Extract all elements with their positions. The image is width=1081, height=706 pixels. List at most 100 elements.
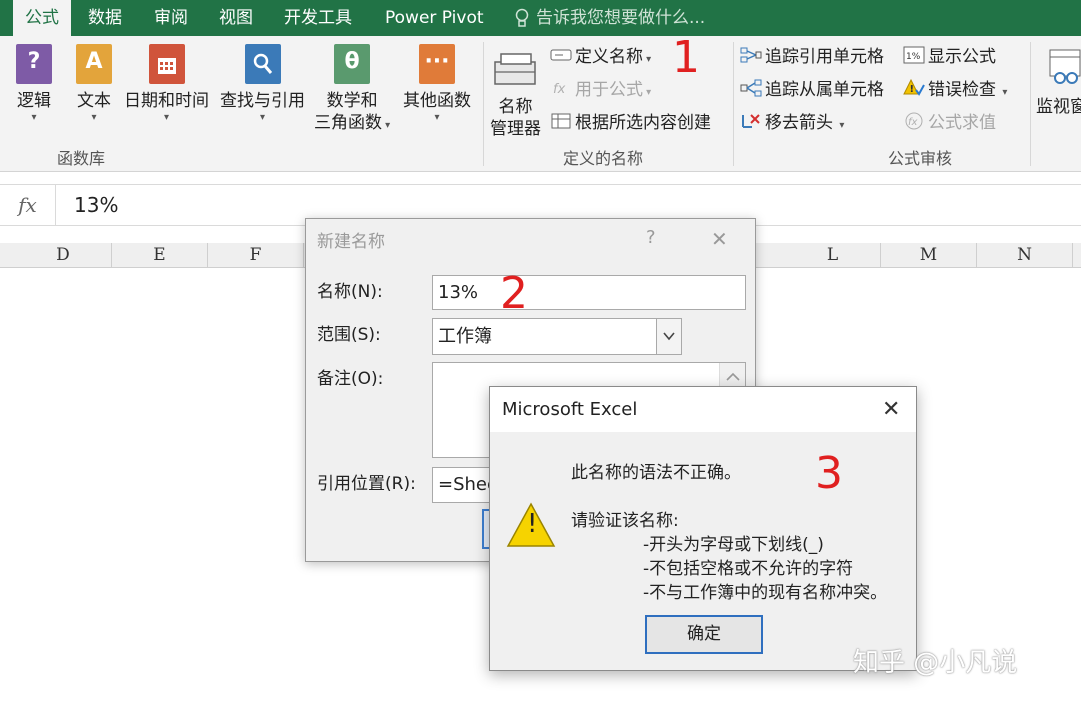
trace-precedents-icon xyxy=(740,47,762,63)
insert-function-button[interactable]: fx xyxy=(0,185,56,225)
grid-icon xyxy=(551,113,571,129)
logical-icon: ? xyxy=(16,44,52,84)
logical-label: 逻辑 xyxy=(17,91,51,111)
error-rule-3: -不与工作簿中的现有名称冲突。 xyxy=(643,583,888,603)
tell-me-search[interactable]: 告诉我您想要做什么... xyxy=(514,0,705,36)
lookup-reference-button[interactable]: 查找与引用 ▾ xyxy=(220,44,305,124)
annotation-number: 1 xyxy=(672,32,700,83)
error-check-heading: 请验证该名称: xyxy=(571,511,679,531)
close-icon[interactable]: ✕ xyxy=(882,397,900,422)
date-time-label: 日期和时间 xyxy=(124,91,209,111)
column-header-e[interactable]: E xyxy=(112,243,208,268)
chevron-down-icon: ▾ xyxy=(31,112,37,123)
formula-bar-input[interactable]: 13% xyxy=(74,185,118,225)
trace-dependents-icon xyxy=(740,79,762,97)
more-functions-label: 其他函数 xyxy=(403,91,471,111)
scope-label: 范围(S): xyxy=(317,325,381,345)
svg-text:1%: 1% xyxy=(906,52,921,62)
tab-developer[interactable]: 开发工具 xyxy=(284,0,352,36)
watch-window-button[interactable]: 监视窗 xyxy=(1036,48,1081,118)
error-rule-2: -不包括空格或不允许的字符 xyxy=(643,559,854,579)
math-trig-label: 数学和 三角函数 ▾ xyxy=(314,91,391,133)
watch-window-icon xyxy=(1049,49,1081,84)
chevron-down-icon: ▾ xyxy=(163,112,170,123)
theta-icon: θ xyxy=(334,44,371,84)
show-formulas-icon: 1% xyxy=(903,46,925,64)
chevron-down-icon[interactable] xyxy=(656,319,681,354)
formula-auditing-group-label: 公式审核 xyxy=(888,149,953,168)
tag-icon xyxy=(550,49,572,61)
error-message-box: Microsoft Excel ✕ 此名称的语法不正确。 ! 请验证该名称: -… xyxy=(489,386,917,671)
evaluate-formula-icon: fx xyxy=(905,112,923,130)
tab-review[interactable]: 审阅 xyxy=(154,0,188,36)
close-icon[interactable]: ✕ xyxy=(711,227,728,251)
warning-icon: ! xyxy=(903,79,925,96)
defined-names-group-label: 定义的名称 xyxy=(563,149,644,168)
column-header-f[interactable]: F xyxy=(208,243,304,268)
watch-window-label: 监视窗 xyxy=(1036,97,1081,117)
magnifier-icon xyxy=(244,44,281,84)
refers-to-label: 引用位置(R): xyxy=(317,474,416,494)
chevron-down-icon: ▾ xyxy=(434,112,440,123)
function-library-group-label: 函数库 xyxy=(57,149,106,168)
create-from-selection-button[interactable]: 根据所选内容创建 xyxy=(550,110,711,136)
annotation-number: 3 xyxy=(815,448,843,499)
error-rule-1: -开头为字母或下划线(_) xyxy=(643,535,824,555)
column-header-m[interactable]: M xyxy=(881,243,977,268)
error-checking-button[interactable]: ! 错误检查 ▾ xyxy=(903,77,1007,103)
name-manager-icon xyxy=(493,53,536,85)
show-formulas-button[interactable]: 1% 显示公式 xyxy=(903,44,996,70)
name-label: 名称(N): xyxy=(317,282,383,302)
define-name-button[interactable]: 定义名称 ▾ xyxy=(550,44,651,70)
lookup-reference-label: 查找与引用 xyxy=(220,91,305,111)
lightbulb-icon xyxy=(515,8,529,27)
group-divider xyxy=(1030,42,1031,166)
ribbon-tab-bar: 公式 数据 审阅 视图 开发工具 Power Pivot 告诉我您想要做什么..… xyxy=(0,0,1081,36)
calendar-icon xyxy=(148,44,185,84)
warning-glyph: ! xyxy=(527,509,538,539)
annotation-number: 2 xyxy=(500,268,528,319)
column-header-d[interactable]: D xyxy=(15,243,112,268)
help-icon[interactable]: ? xyxy=(646,227,656,248)
column-header-n[interactable]: N xyxy=(977,243,1073,268)
tab-formulas[interactable]: 公式 xyxy=(13,0,71,36)
ok-button[interactable]: 确定 xyxy=(645,615,763,654)
trace-dependents-button[interactable]: 追踪从属单元格 xyxy=(740,77,884,103)
scope-value: 工作簿 xyxy=(438,326,492,347)
tab-data[interactable]: 数据 xyxy=(88,0,122,36)
error-main-message: 此名称的语法不正确。 xyxy=(571,463,741,483)
more-functions-icon: ··· xyxy=(419,44,455,84)
use-in-formula-button[interactable]: fx 用于公式 ▾ xyxy=(550,77,651,103)
text-button[interactable]: A 文本 ▾ xyxy=(76,44,112,124)
text-label: 文本 xyxy=(77,91,111,111)
svg-text:fx: fx xyxy=(553,82,566,97)
column-header-l[interactable]: L xyxy=(785,243,881,268)
remove-arrows-icon xyxy=(742,114,760,128)
date-time-button[interactable]: 日期和时间 ▾ xyxy=(124,44,209,124)
group-divider xyxy=(483,42,484,166)
error-box-body: 此名称的语法不正确。 ! 请验证该名称: -开头为字母或下划线(_) -不包括空… xyxy=(490,432,916,670)
remove-arrows-button[interactable]: 移去箭头 ▾ xyxy=(740,110,844,136)
name-manager-button[interactable]: 名称 管理器 xyxy=(490,50,541,140)
tab-view[interactable]: 视图 xyxy=(219,0,253,36)
trace-precedents-button[interactable]: 追踪引用单元格 xyxy=(740,44,884,70)
svg-text:!: ! xyxy=(910,84,915,95)
more-functions-button[interactable]: ··· 其他函数 ▾ xyxy=(403,44,471,124)
scope-select[interactable]: 工作簿 xyxy=(432,318,682,355)
tab-power-pivot[interactable]: Power Pivot xyxy=(385,0,484,36)
text-icon: A xyxy=(76,44,112,84)
name-input[interactable]: 13% xyxy=(432,275,746,310)
name-manager-label: 名称 管理器 xyxy=(490,97,541,139)
logical-button[interactable]: ? 逻辑 ▾ xyxy=(16,44,52,124)
new-name-dialog-title: 新建名称 xyxy=(317,232,385,252)
math-trig-button[interactable]: θ 数学和 三角函数 ▾ xyxy=(314,44,390,137)
comment-label: 备注(O): xyxy=(317,369,384,389)
group-divider xyxy=(733,42,734,166)
error-box-title: Microsoft Excel xyxy=(502,399,638,420)
svg-text:fx: fx xyxy=(908,117,918,128)
tell-me-text: 告诉我您想要做什么... xyxy=(536,8,706,28)
watermark: 知乎 @小凡说 xyxy=(853,648,1018,678)
fx-icon: fx xyxy=(553,82,566,97)
chevron-down-icon: ▾ xyxy=(91,112,97,123)
evaluate-formula-button[interactable]: fx 公式求值 xyxy=(903,110,996,136)
